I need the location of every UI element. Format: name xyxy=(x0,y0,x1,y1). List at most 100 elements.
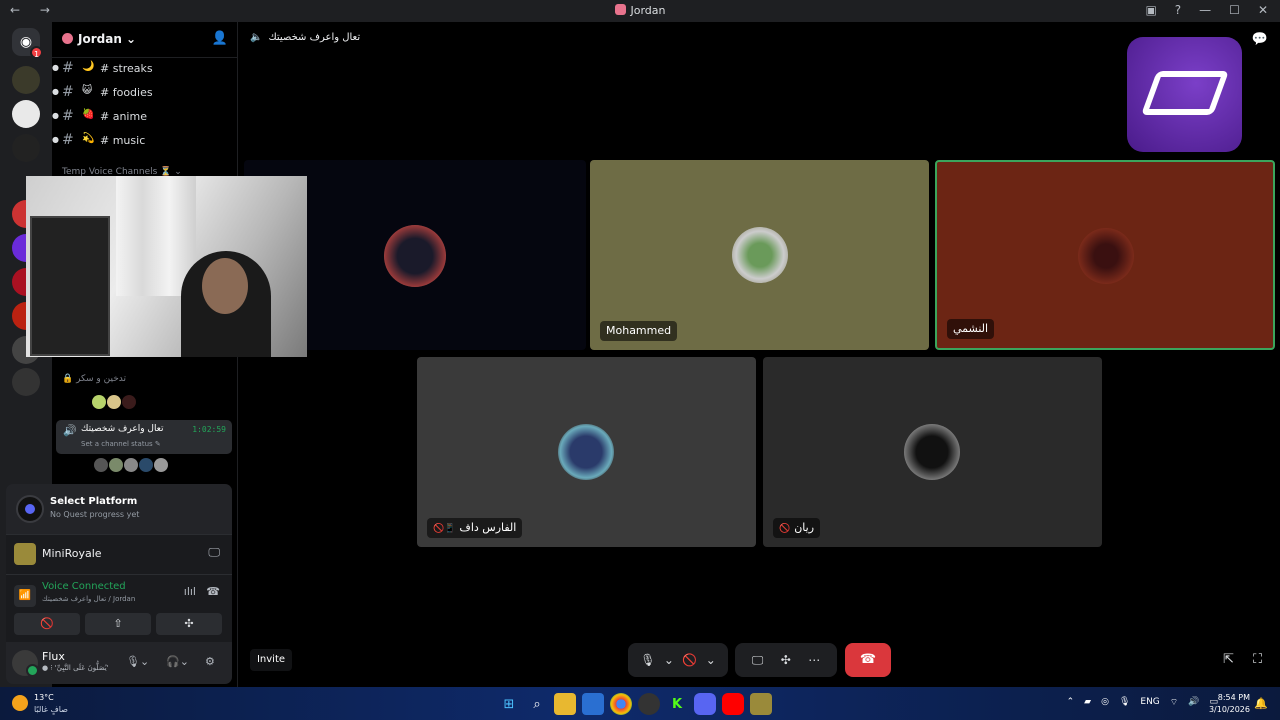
channel-name: # foodies xyxy=(100,86,153,99)
invite-button[interactable]: Invite xyxy=(250,649,292,671)
channel-item-foodies[interactable]: ● # 😺 # foodies xyxy=(52,82,238,104)
disconnect-icon[interactable]: ☎ xyxy=(206,585,220,598)
game-icon[interactable] xyxy=(750,693,772,715)
guild-name[interactable]: Jordan ⌄ xyxy=(62,32,136,46)
nvidia-icon[interactable]: ▰ xyxy=(1084,697,1091,708)
microphone-icon[interactable]: 🎙 xyxy=(1119,697,1130,708)
volume-icon[interactable]: 🔊 xyxy=(1188,697,1199,708)
chevron-down-icon[interactable]: ⌄ xyxy=(706,653,716,667)
user-name[interactable]: Flux xyxy=(42,650,65,663)
person-add-icon[interactable]: 👤 xyxy=(212,31,228,46)
background-monitor xyxy=(30,216,110,356)
voice-connection-panel: 📶 Voice Connected تعال واعرف شخصيتك / Jo… xyxy=(6,574,232,642)
guild-header[interactable]: Jordan ⌄ 👤 xyxy=(52,22,238,58)
chat-icon[interactable]: 💬 xyxy=(1252,32,1268,47)
language-indicator[interactable]: ENG xyxy=(1140,697,1159,708)
server-logo-icon xyxy=(614,4,626,15)
avatar[interactable] xyxy=(92,395,106,409)
maximize-button[interactable]: ☐ xyxy=(1229,3,1240,17)
channel-emoji: 😺 xyxy=(82,85,93,96)
avatar[interactable] xyxy=(139,458,153,472)
participant-label: Mohammed xyxy=(600,321,678,341)
youtube-icon[interactable] xyxy=(722,693,744,715)
wifi-icon[interactable]: ⌔ xyxy=(1170,697,1178,708)
steam-icon[interactable]: ◎ xyxy=(1101,697,1109,708)
share-controls: 🖵 ✣ ⋯ xyxy=(735,643,837,677)
avatar[interactable] xyxy=(109,458,123,472)
quest-panel[interactable]: Select Platform No Quest progress yet xyxy=(6,484,232,534)
voice-channel-locked[interactable]: 🔒 تدخين و سكر xyxy=(62,374,126,384)
activities-icon[interactable]: ✣ xyxy=(781,653,791,667)
voice-connected-label[interactable]: Voice Connected xyxy=(42,581,126,592)
window-title: Jordan xyxy=(0,4,1280,17)
participant-name: ريان xyxy=(794,521,815,534)
user-avatar[interactable] xyxy=(12,650,39,677)
participant-tile[interactable]: 🚫📱 الفارس داف xyxy=(417,357,756,547)
file-explorer-icon[interactable] xyxy=(554,693,576,715)
chrome-icon[interactable] xyxy=(610,693,632,715)
chevron-up-icon[interactable]: ⌃ xyxy=(1067,697,1075,708)
weather-icon xyxy=(12,695,28,711)
unread-dot: ● xyxy=(52,87,59,96)
avatar[interactable] xyxy=(94,458,108,472)
channel-name: # anime xyxy=(100,110,147,123)
hash-icon: # xyxy=(62,60,74,76)
user-panel: Flux ● ⁝ 'يُصَلُّونَ عَلَى النَّبِيِّ' 🎙… xyxy=(6,642,232,684)
microphone-icon[interactable]: 🎙 xyxy=(640,653,655,667)
screen-share-icon[interactable]: 🖵 xyxy=(752,653,764,668)
participant-tile[interactable]: Mohammed xyxy=(590,160,929,350)
channel-name: # music xyxy=(100,134,146,147)
clock[interactable]: 8:54 PM 3/10/2026 xyxy=(1209,692,1250,716)
avatar[interactable] xyxy=(107,395,121,409)
video-toggle-button[interactable]: 🚫 xyxy=(14,613,80,635)
close-button[interactable]: ✕ xyxy=(1258,3,1268,17)
quest-title: Select Platform xyxy=(50,496,138,507)
avatar[interactable] xyxy=(124,458,138,472)
stream-game-icon[interactable]: 🖵 xyxy=(208,545,220,560)
server-icon[interactable] xyxy=(12,100,40,128)
more-icon[interactable]: ⋯ xyxy=(808,653,820,667)
signal-icon[interactable]: 📶 xyxy=(14,585,36,607)
notification-bell-icon[interactable]: 🔔 xyxy=(1254,697,1268,710)
channel-status[interactable]: Set a channel status ✎ xyxy=(81,440,161,448)
server-banner-pip xyxy=(1127,37,1242,152)
popout-icon[interactable]: ⇱ xyxy=(1223,652,1234,667)
participant-avatar xyxy=(1078,228,1134,284)
active-voice-channel[interactable]: 🔊 تعال واعرف شخصيتك 1:02:59 Set a channe… xyxy=(56,420,232,454)
quest-subtitle: No Quest progress yet xyxy=(50,510,140,519)
home-button[interactable]: ◉ 1 xyxy=(12,28,43,59)
minimize-button[interactable]: — xyxy=(1199,3,1211,17)
store-icon[interactable] xyxy=(582,693,604,715)
screen-share-button[interactable]: ⇧ xyxy=(85,613,151,635)
help-icon[interactable]: ? xyxy=(1175,3,1181,17)
participant-tile-speaking[interactable]: النشمي xyxy=(935,160,1275,350)
microphone-icon[interactable]: 🎙⌄ xyxy=(126,655,149,668)
avatar[interactable] xyxy=(122,395,136,409)
headphones-icon[interactable]: 🎧⌄ xyxy=(166,655,189,668)
kick-icon[interactable]: K xyxy=(666,693,688,715)
channel-item-music[interactable]: ● # 💫 # music xyxy=(52,130,238,152)
search-icon[interactable]: ⌕ xyxy=(526,693,548,715)
discord-icon: ◉ xyxy=(19,34,33,50)
participant-avatar xyxy=(558,424,614,480)
speaker-icon: 🔊 xyxy=(63,424,77,437)
start-icon[interactable]: ⊞ xyxy=(498,693,520,715)
windows-taskbar: 13°C صافٍ غالبًا ⊞ ⌕ K ⌃ ▰ ◎ 🎙 ENG ⌔ 🔊 ▭ xyxy=(0,687,1280,720)
inbox-icon[interactable]: ▣ xyxy=(1145,3,1156,17)
channel-item-anime[interactable]: ● # 🍓 # anime xyxy=(52,106,238,128)
noise-suppression-icon[interactable]: ılıl xyxy=(184,585,196,598)
video-off-icon[interactable]: 🚫 xyxy=(682,653,697,667)
server-icon[interactable] xyxy=(12,134,40,162)
gear-icon[interactable]: ⚙ xyxy=(205,655,215,668)
leave-call-button[interactable]: ☎ xyxy=(845,643,891,677)
app-icon[interactable] xyxy=(638,693,660,715)
activities-button[interactable]: ✣ xyxy=(156,613,222,635)
avatar[interactable] xyxy=(154,458,168,472)
chevron-down-icon[interactable]: ⌄ xyxy=(664,653,674,667)
participant-tile[interactable]: 🚫 ريان xyxy=(763,357,1102,547)
server-icon[interactable] xyxy=(12,66,40,94)
channel-item-streaks[interactable]: ● # 🌙 # streaks xyxy=(52,58,238,80)
fullscreen-icon[interactable]: ⛶ xyxy=(1253,652,1262,667)
explore-servers-icon[interactable] xyxy=(12,368,40,396)
discord-icon[interactable] xyxy=(694,693,716,715)
